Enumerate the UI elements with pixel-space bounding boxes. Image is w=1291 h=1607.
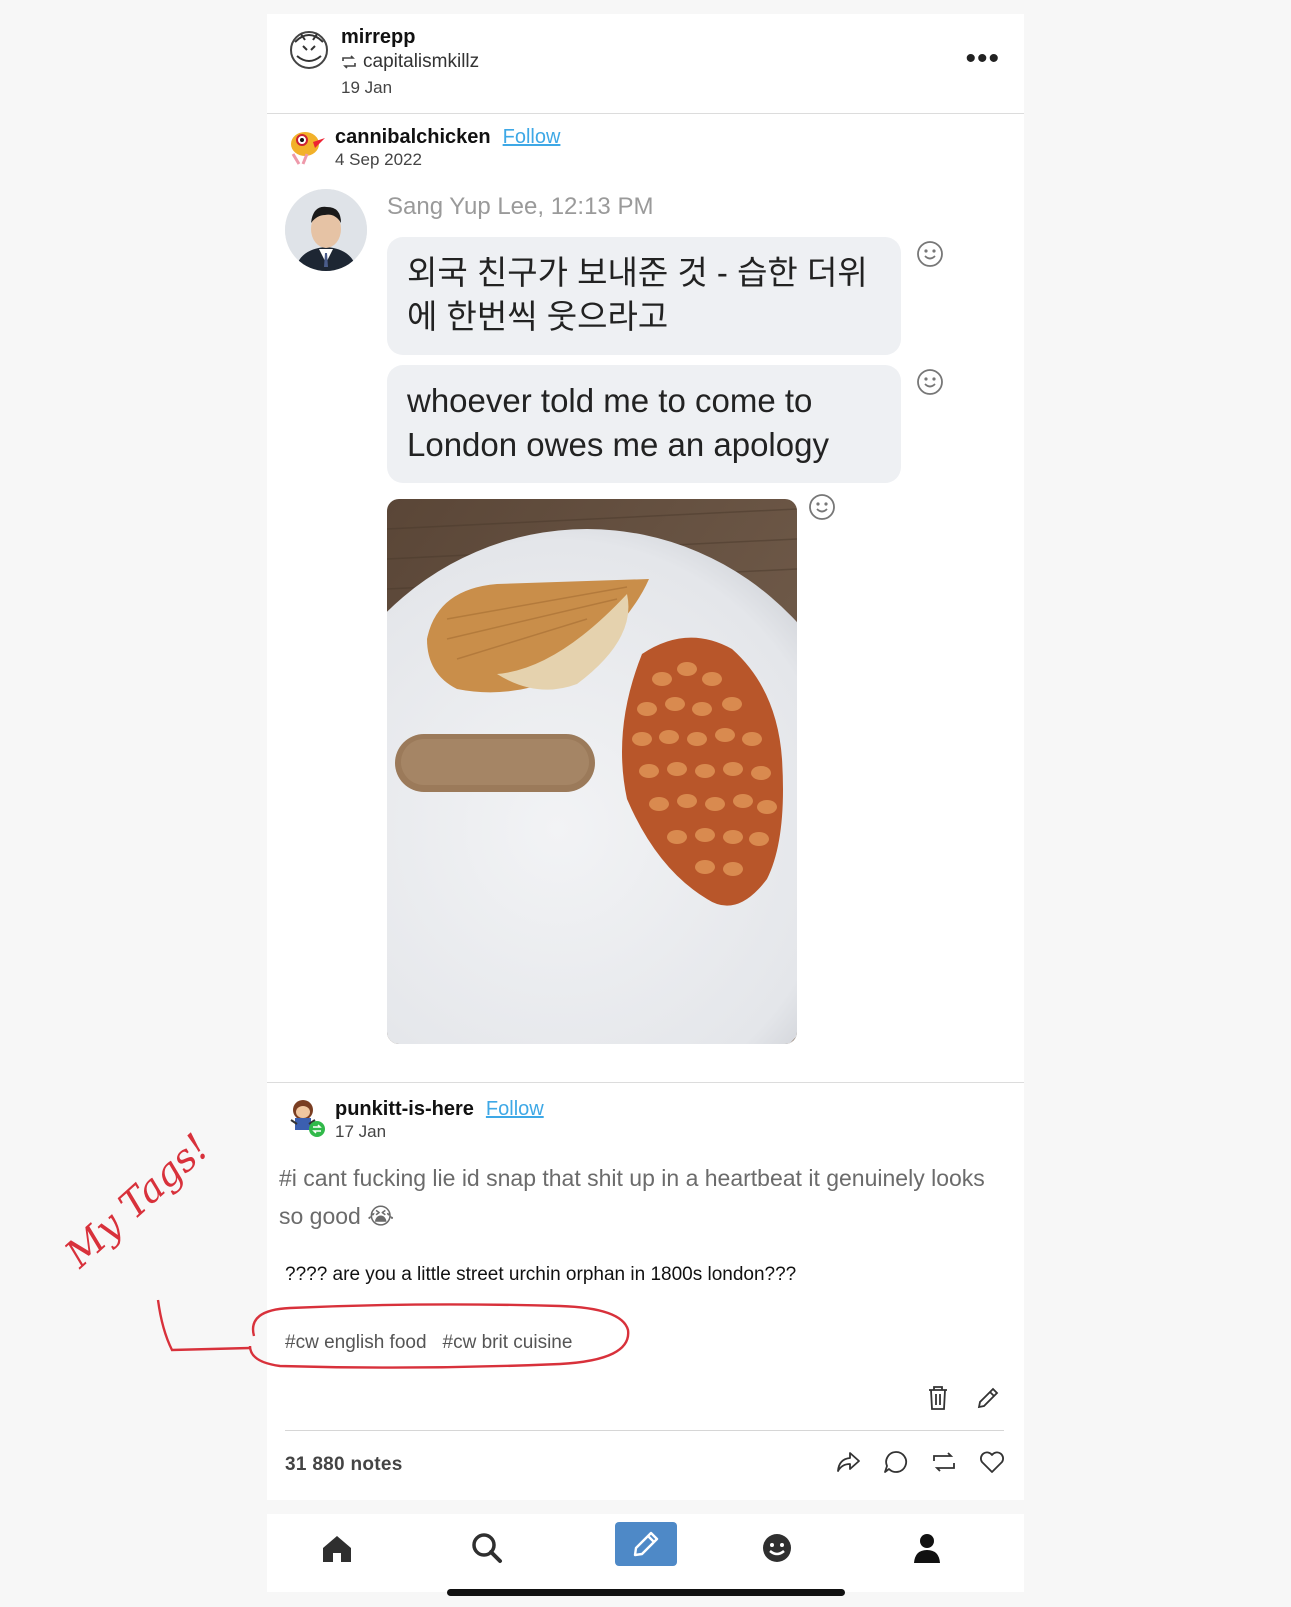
- reblog-icon[interactable]: [930, 1448, 958, 1476]
- post-header: mirrepp capitalismkillz 19 Jan •••: [267, 14, 1024, 114]
- delete-icon[interactable]: [924, 1384, 952, 1412]
- avatar[interactable]: [285, 1096, 327, 1138]
- post-comment: ???? are you a little street urchin orph…: [285, 1264, 797, 1285]
- post-author[interactable]: mirrepp: [341, 26, 415, 49]
- share-icon[interactable]: [834, 1448, 862, 1476]
- source-author: cannibalchicken Follow: [335, 126, 560, 149]
- follow-button[interactable]: Follow: [486, 1098, 544, 1120]
- like-icon[interactable]: [978, 1448, 1006, 1476]
- reblog-icon: [342, 55, 356, 69]
- message-bubble-1: 외국 친구가 보내준 것 - 습한 더위에 한번씩 웃으라고: [387, 237, 901, 355]
- tag[interactable]: #cw brit cuisine: [443, 1332, 573, 1354]
- compose-icon[interactable]: [615, 1522, 677, 1566]
- tag[interactable]: #cw english food: [285, 1332, 427, 1354]
- follow-button[interactable]: Follow: [503, 126, 561, 148]
- account-icon[interactable]: [907, 1528, 947, 1568]
- home-icon[interactable]: [317, 1528, 357, 1568]
- smiley-icon: [917, 241, 943, 267]
- reblogged-from[interactable]: capitalismkillz: [341, 51, 479, 73]
- avatar[interactable]: [285, 26, 333, 74]
- divider: [267, 1082, 1024, 1083]
- annotation-label: My Tags!: [56, 1125, 218, 1276]
- more-icon[interactable]: •••: [965, 44, 1000, 74]
- smiley-icon: [809, 494, 835, 520]
- post-tools: [924, 1384, 1002, 1412]
- page: mirrepp capitalismkillz 19 Jan ••• canni…: [0, 0, 1291, 1607]
- reblog-tags: #i cant fucking lie id snap that shit up…: [279, 1165, 985, 1229]
- chat-sender: Sang Yup Lee, 12:13 PM: [387, 193, 654, 220]
- source-author-name[interactable]: cannibalchicken: [335, 126, 491, 148]
- message-bubble-2: whoever told me to come to London owes m…: [387, 365, 901, 483]
- source-date: 4 Sep 2022: [335, 150, 422, 169]
- activity-icon[interactable]: [757, 1528, 797, 1568]
- reply-icon[interactable]: [882, 1448, 910, 1476]
- post-actions: [834, 1448, 1006, 1476]
- sender-avatar: [285, 189, 367, 271]
- search-icon[interactable]: [467, 1528, 507, 1568]
- food-photo: [387, 499, 797, 1044]
- notes-count[interactable]: 31 880 notes: [285, 1454, 403, 1476]
- reblogged-from-name: capitalismkillz: [363, 51, 480, 72]
- edit-icon[interactable]: [974, 1384, 1002, 1412]
- post-card: mirrepp capitalismkillz 19 Jan ••• canni…: [267, 14, 1024, 1500]
- bottom-nav: [267, 1514, 1024, 1592]
- chat-screenshot: Sang Yup Lee, 12:13 PM 외국 친구가 보내준 것 - 습한…: [285, 189, 985, 1049]
- post-date: 19 Jan: [341, 78, 393, 97]
- avatar[interactable]: [285, 124, 327, 166]
- smiley-icon: [917, 369, 943, 395]
- reblog-author: punkitt-is-here Follow: [335, 1098, 544, 1121]
- home-indicator: [447, 1589, 845, 1596]
- reblog-date: 17 Jan: [335, 1122, 387, 1141]
- reblog-author-name[interactable]: punkitt-is-here: [335, 1098, 474, 1120]
- divider: [285, 1430, 1004, 1431]
- tag-list: #cw english food #cw brit cuisine: [285, 1332, 572, 1354]
